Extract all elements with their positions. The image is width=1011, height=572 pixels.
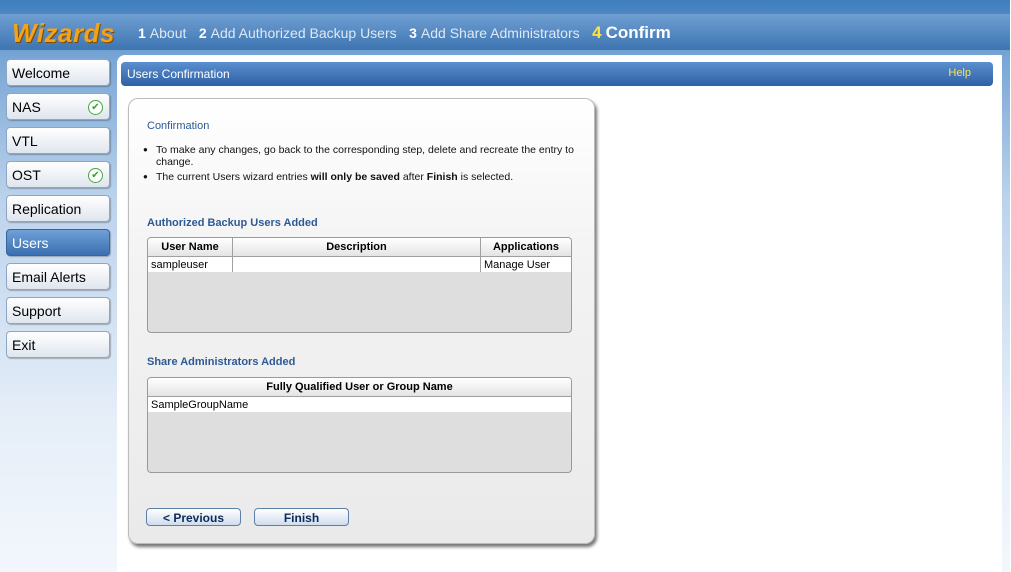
sidebar-item-support[interactable]: Support [6,297,110,324]
sidebar-item-nas[interactable]: NAS ✔ [6,93,110,120]
help-link[interactable]: Help [948,67,971,79]
step-confirm: 4 Confirm [592,23,671,42]
sidebar: Welcome NAS ✔ VTL OST ✔ Replication Users … [6,59,110,365]
step-add-authorized-backup-users[interactable]: 2 Add Authorized Backup Users [199,25,397,41]
sidebar-item-exit[interactable]: Exit [6,331,110,358]
share-admins-grid: Fully Qualified User or Group Name Sampl… [148,378,571,412]
sidebar-item-replication[interactable]: Replication [6,195,110,222]
step-add-share-administrators[interactable]: 3 Add Share Administrators [409,25,580,41]
table-row[interactable]: sampleuser Manage User [148,256,571,272]
wizard-steps: 1 About 2 Add Authorized Backup Users 3 Add… [138,23,679,47]
cell-user-name: sampleuser [148,256,233,272]
wizards-logo: Wizards [12,18,115,48]
cell-qualified-name: SampleGroupName [148,396,571,412]
page-title-bar: Users Confirmation Help [121,62,993,86]
confirmation-heading: Confirmation [147,120,210,132]
table-header-row: Fully Qualified User or Group Name [148,378,571,397]
table-row[interactable]: SampleGroupName [148,396,571,412]
check-circle-icon: ✔ [88,100,103,115]
share-admins-table: Fully Qualified User or Group Name Sampl… [147,377,572,473]
sidebar-item-email-alerts[interactable]: Email Alerts [6,263,110,290]
backup-users-table: User Name Description Applications sampl… [147,237,572,333]
column-description[interactable]: Description [232,238,481,257]
sidebar-item-ost[interactable]: OST ✔ [6,161,110,188]
note-change-entries: To make any changes, go back to the corr… [142,144,582,168]
check-circle-icon: ✔ [88,168,103,183]
column-applications[interactable]: Applications [480,238,571,257]
backup-users-heading: Authorized Backup Users Added [147,217,318,229]
column-qualified-name[interactable]: Fully Qualified User or Group Name [148,378,571,397]
confirmation-notes: To make any changes, go back to the corr… [142,144,582,186]
column-user-name[interactable]: User Name [148,238,233,257]
note-save-on-finish: The current Users wizard entries will on… [142,171,582,183]
finish-button[interactable]: Finish [254,508,349,526]
sidebar-item-vtl[interactable]: VTL [6,127,110,154]
previous-button[interactable]: < Previous [146,508,241,526]
backup-users-grid: User Name Description Applications sampl… [148,238,571,272]
share-admins-heading: Share Administrators Added [147,356,296,368]
step-about[interactable]: 1 About [138,25,186,41]
page-title: Users Confirmation [127,67,230,81]
sidebar-item-welcome[interactable]: Welcome [6,59,110,86]
cell-applications: Manage User [480,256,571,272]
table-header-row: User Name Description Applications [148,238,571,257]
cell-description [232,256,481,272]
sidebar-item-users[interactable]: Users [6,229,110,256]
